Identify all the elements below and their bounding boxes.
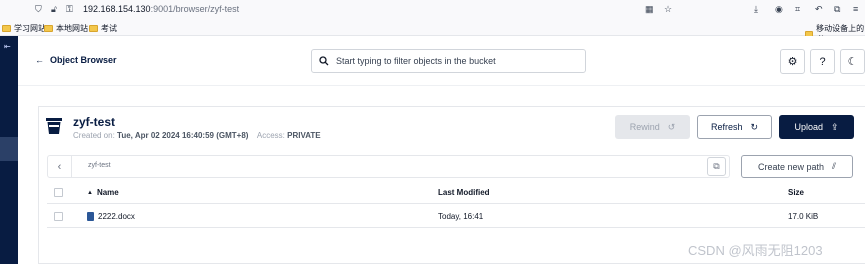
page-title: Object Browser bbox=[50, 55, 117, 65]
copy-path-button[interactable]: ⧉ bbox=[707, 157, 726, 176]
refresh-label: Refresh bbox=[710, 122, 743, 132]
moon-icon: ☾ bbox=[847, 56, 858, 68]
copy-icon: ⧉ bbox=[713, 161, 720, 171]
settings-button[interactable]: ⚙ bbox=[780, 49, 805, 74]
breadcrumb-path[interactable]: zyf-test bbox=[88, 162, 111, 169]
sort-ascending-icon: ▲ bbox=[87, 189, 93, 196]
arrow-left-icon: ← bbox=[35, 55, 44, 65]
column-label: Name bbox=[96, 188, 119, 197]
folder-icon bbox=[44, 25, 53, 32]
bucket-icon bbox=[46, 118, 62, 134]
folder-icon bbox=[2, 25, 11, 32]
column-size[interactable]: Size bbox=[788, 188, 804, 197]
file-name[interactable]: 2222.docx bbox=[87, 212, 135, 221]
row-checkbox[interactable] bbox=[54, 212, 63, 221]
table-header: ▲ Name Last Modified Size bbox=[47, 181, 865, 204]
breadcrumb: ‹ zyf-test bbox=[47, 155, 730, 178]
account-icon[interactable]: ◉ bbox=[775, 5, 783, 14]
search-input[interactable] bbox=[336, 56, 566, 66]
menu-icon[interactable]: ≡ bbox=[853, 5, 858, 14]
browser-url-bar: ⛉ 🔓︎ ⚿ 192.168.154.130:9001/browser/zyf-… bbox=[0, 0, 865, 19]
rewind-button[interactable]: Rewind ↺ bbox=[615, 115, 690, 139]
bookmark-star-icon[interactable]: ☆ bbox=[664, 5, 672, 14]
bookmarks-bar: 学习网站 本地网站 考试 移动设备上的书 bbox=[0, 19, 865, 44]
bookmark-exam[interactable]: 考试 bbox=[89, 23, 117, 34]
select-all-checkbox[interactable] bbox=[54, 188, 63, 197]
new-folder-icon: ⫽ bbox=[832, 161, 837, 171]
extensions-icon[interactable]: ⧉ bbox=[834, 5, 840, 14]
column-name[interactable]: ▲ Name bbox=[87, 188, 119, 197]
access-label: Access: bbox=[256, 131, 285, 140]
upload-label: Upload bbox=[794, 122, 823, 132]
shield-icon[interactable]: ⛉ bbox=[35, 5, 42, 14]
history-icon: ↺ bbox=[667, 121, 676, 132]
bucket-meta: Created on: Tue, Apr 02 2024 16:40:59 (G… bbox=[73, 131, 321, 140]
refresh-button[interactable]: Refresh ↻ bbox=[697, 115, 772, 139]
access-value: PRIVATE bbox=[287, 131, 321, 140]
url-text[interactable]: 192.168.154.130:9001/browser/zyf-test bbox=[83, 4, 239, 14]
bookmark-label: 本地网站 bbox=[56, 24, 88, 33]
watermark: CSDN @风雨无阻1203 bbox=[688, 243, 823, 258]
bookmark-study[interactable]: 学习网站 bbox=[2, 23, 46, 34]
back-to-object-browser[interactable]: ← Object Browser bbox=[35, 55, 117, 65]
theme-toggle-button[interactable]: ☾ bbox=[840, 49, 865, 74]
file-modified: Today, 16:41 bbox=[438, 212, 484, 221]
create-new-path-button[interactable]: Create new path ⫽ bbox=[741, 155, 853, 178]
path-back-button[interactable]: ‹ bbox=[48, 156, 72, 177]
created-value: Tue, Apr 02 2024 16:40:59 (GMT+8) bbox=[117, 131, 249, 140]
search-box bbox=[311, 49, 586, 73]
refresh-icon: ↻ bbox=[750, 121, 759, 132]
sidebar: ⇤ bbox=[0, 36, 18, 264]
help-button[interactable]: ? bbox=[810, 49, 835, 74]
table-row[interactable]: 2222.docx Today, 16:41 17.0 KiB bbox=[47, 205, 865, 228]
folder-icon bbox=[89, 25, 98, 32]
url-path: :9001/browser/zyf-test bbox=[150, 4, 240, 14]
upload-button[interactable]: Upload ⇪ bbox=[779, 115, 854, 139]
chevron-left-icon: ‹ bbox=[57, 160, 62, 173]
created-label: Created on: bbox=[73, 131, 115, 140]
file-name-text: 2222.docx bbox=[98, 212, 135, 221]
column-last-modified[interactable]: Last Modified bbox=[438, 188, 490, 197]
gear-icon: ⚙ bbox=[787, 56, 798, 68]
help-icon: ? bbox=[819, 55, 826, 68]
download-icon[interactable]: ⤓ bbox=[754, 5, 758, 14]
collapse-sidebar-icon[interactable]: ⇤ bbox=[4, 42, 11, 51]
search-icon bbox=[319, 56, 329, 66]
bookmark-local[interactable]: 本地网站 bbox=[44, 23, 88, 34]
undo-icon[interactable]: ↶ bbox=[815, 5, 823, 14]
create-path-label: Create new path bbox=[757, 161, 825, 172]
upload-icon: ⇪ bbox=[830, 121, 839, 132]
crop-icon[interactable]: ⌗ bbox=[795, 5, 800, 14]
sidebar-item-active[interactable] bbox=[0, 137, 18, 161]
bookmark-label: 考试 bbox=[101, 24, 117, 33]
document-icon bbox=[87, 212, 94, 221]
lock-warning-icon[interactable]: 🔓︎ bbox=[51, 5, 57, 14]
page-header: ← Object Browser ⚙ ? ☾ bbox=[18, 36, 865, 86]
file-size: 17.0 KiB bbox=[788, 212, 819, 221]
qr-code-icon[interactable]: ▦ bbox=[645, 5, 654, 14]
bucket-name: zyf-test bbox=[73, 115, 116, 129]
url-host: 192.168.154.130 bbox=[83, 4, 151, 14]
rewind-label: Rewind bbox=[629, 122, 660, 132]
bookmark-label: 学习网站 bbox=[14, 24, 46, 33]
key-icon[interactable]: ⚿ bbox=[66, 5, 73, 14]
